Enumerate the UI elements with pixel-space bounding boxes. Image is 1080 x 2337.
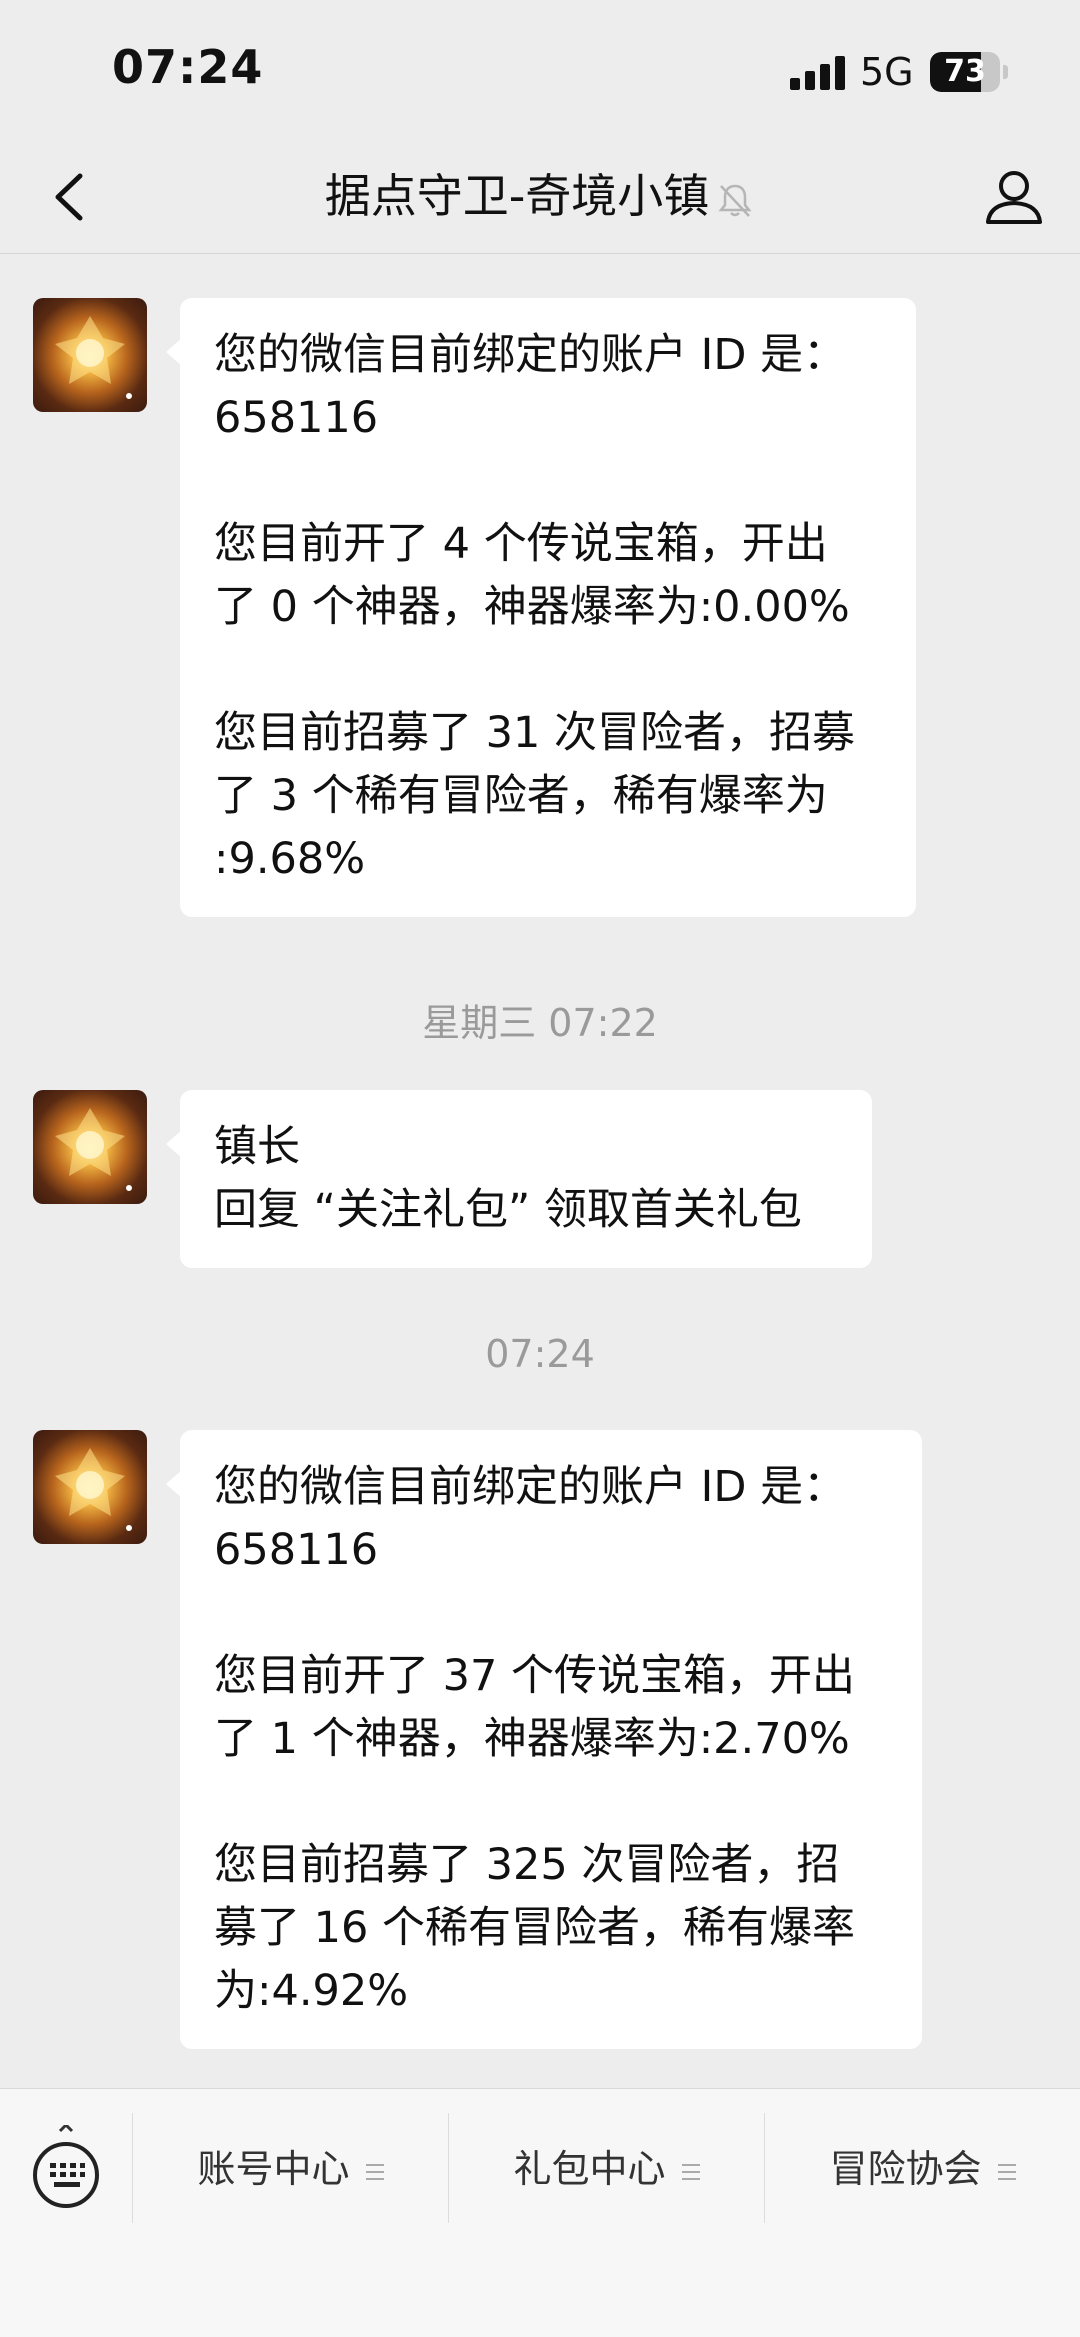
mute-bell-icon bbox=[718, 184, 752, 217]
person-profile-icon[interactable] bbox=[978, 160, 1050, 232]
message-bubble[interactable]: 镇长 回复 “关注礼包” 领取首关礼包 bbox=[166, 1090, 872, 1268]
game-emblem-icon bbox=[55, 316, 132, 399]
battery-level: 73 bbox=[944, 54, 986, 89]
timestamp: 07:24 bbox=[485, 1332, 595, 1376]
message-line: 您的微信目前绑定的账户 ID 是： bbox=[214, 1462, 847, 1512]
cellular-signal-icon bbox=[790, 56, 845, 90]
message-bubble[interactable]: 您的微信目前绑定的账户 ID 是： 658116 您目前开了 4 个传说宝箱，开… bbox=[166, 298, 916, 917]
battery-icon: 73 bbox=[930, 52, 1008, 92]
chat-title: 据点守卫-奇境小镇 bbox=[0, 166, 1080, 226]
message-line: 募了 16 个稀有冒险者，稀有爆率 bbox=[214, 1903, 856, 1953]
game-emblem-icon bbox=[55, 1448, 132, 1531]
message-line: 658116 bbox=[214, 1525, 379, 1575]
submenu-lines-icon bbox=[997, 2163, 1016, 2180]
keyboard-toggle-icon[interactable] bbox=[30, 2125, 102, 2211]
message-line: 回复 “关注礼包” 领取首关礼包 bbox=[214, 1185, 802, 1235]
sender-avatar[interactable] bbox=[33, 1430, 147, 1544]
menu-gift-center[interactable]: 礼包中心 bbox=[449, 2129, 764, 2209]
sender-avatar[interactable] bbox=[33, 298, 147, 412]
game-emblem-icon bbox=[55, 1108, 132, 1191]
timestamp: 星期三 07:22 bbox=[422, 1001, 658, 1045]
chat-title-text: 据点守卫-奇境小镇 bbox=[324, 169, 710, 223]
message-line: 您目前招募了 325 次冒险者，招 bbox=[214, 1840, 840, 1890]
message-line: 为:4.92% bbox=[214, 1966, 409, 2016]
message-line: 镇长 bbox=[214, 1122, 300, 1172]
status-time: 07:24 bbox=[112, 40, 264, 94]
message-line: 了 3 个稀有冒险者，稀有爆率为 bbox=[214, 771, 828, 821]
message-line: 您目前招募了 31 次冒险者，招募 bbox=[214, 708, 856, 758]
chat-header: 据点守卫-奇境小镇 bbox=[0, 140, 1080, 254]
message-bubble[interactable]: 您的微信目前绑定的账户 ID 是： 658116 您目前开了 37 个传说宝箱，… bbox=[166, 1430, 922, 2049]
menu-adventure-guild[interactable]: 冒险协会 bbox=[765, 2129, 1080, 2209]
message-line: :9.68% bbox=[214, 834, 366, 884]
submenu-lines-icon bbox=[365, 2163, 384, 2180]
menu-label: 礼包中心 bbox=[513, 2147, 666, 2191]
menu-label: 账号中心 bbox=[197, 2147, 350, 2191]
status-bar: 07:24 5G 73 bbox=[0, 0, 1080, 140]
menu-account-center[interactable]: 账号中心 bbox=[133, 2129, 448, 2209]
message-line: 658116 bbox=[214, 393, 379, 443]
network-type: 5G bbox=[860, 50, 914, 94]
message-line: 了 1 个神器，神器爆率为:2.70% bbox=[214, 1714, 850, 1764]
message-line: 了 0 个神器，神器爆率为:0.00% bbox=[214, 582, 850, 632]
service-menu-bar: 账号中心 礼包中心 冒险协会 bbox=[0, 2088, 1080, 2337]
menu-label: 冒险协会 bbox=[829, 2147, 982, 2191]
message-line: 您的微信目前绑定的账户 ID 是： bbox=[214, 330, 847, 380]
message-line: 您目前开了 37 个传说宝箱，开出 bbox=[214, 1651, 856, 1701]
message-line: 您目前开了 4 个传说宝箱，开出 bbox=[214, 519, 828, 569]
sender-avatar[interactable] bbox=[33, 1090, 147, 1204]
submenu-lines-icon bbox=[681, 2163, 700, 2180]
